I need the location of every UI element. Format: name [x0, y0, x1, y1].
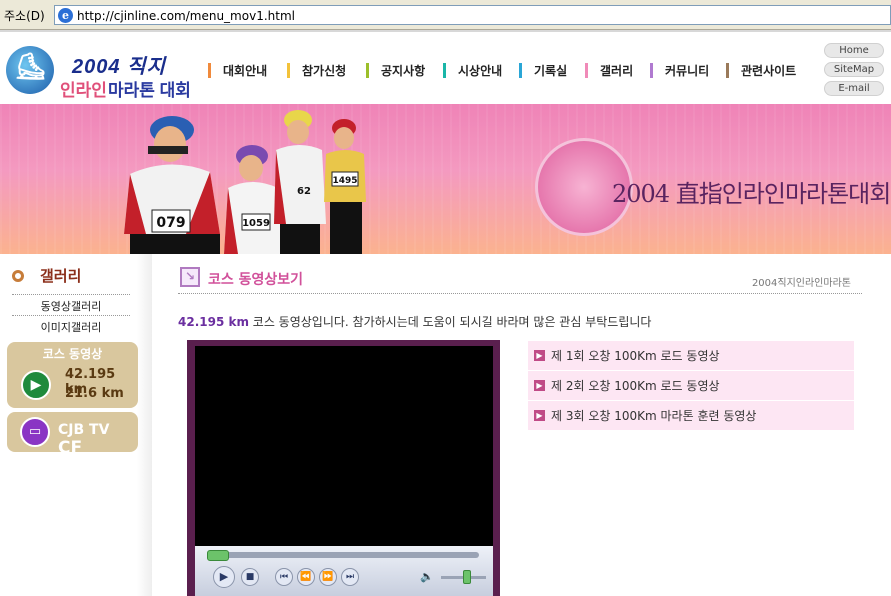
seek-bar[interactable]: [207, 552, 479, 558]
play-button[interactable]: ▶: [213, 566, 235, 588]
sidebar-item-video-gallery[interactable]: 동영상갤러리: [12, 298, 130, 314]
url-input[interactable]: e http://cjinline.com/menu_mov1.html: [54, 5, 891, 25]
intro-body: 코스 동영상입니다. 참가하시는데 도움이 되시길 바라며 많은 관심 부탁드립…: [248, 315, 652, 329]
nav-label[interactable]: 커뮤니티: [665, 62, 709, 79]
video-camera-icon: ▶: [21, 370, 51, 400]
nav-label[interactable]: 대회안내: [223, 62, 267, 79]
skater-icon: ⛸: [14, 52, 48, 82]
bib-number-lead: 079: [156, 215, 185, 231]
site-header: ⛸ 2004 직지 인라인 마라톤 대회 대회안내 참가신청 공지사항 시상안내…: [0, 30, 891, 104]
list-item[interactable]: ▶ 제 1회 오창 100Km 로드 동영상: [528, 341, 854, 371]
page-title: 코스 동영상보기: [208, 272, 304, 288]
nav-community[interactable]: 커뮤니티: [650, 62, 709, 78]
skaters-photo: 079 1059 62 1495: [124, 110, 366, 254]
nav-related-sites[interactable]: 관련사이트: [726, 62, 796, 78]
sidebar-title: 갤러리: [40, 267, 82, 285]
arrow-box-icon: ↘: [180, 267, 200, 287]
skater-second: 1059: [224, 145, 282, 254]
stop-button[interactable]: ■: [241, 568, 259, 586]
title-divider: [178, 293, 862, 294]
video-title[interactable]: 제 1회 오창 100Km 로드 동영상: [551, 347, 720, 364]
sidebar: 갤러리 동영상갤러리 이미지갤러리 코스 동영상 ▶ 42.195 km 21.…: [0, 254, 152, 596]
nav-label[interactable]: 관련사이트: [741, 62, 796, 79]
skater-fourth: 1495: [324, 119, 366, 254]
sidebar-item-image-gallery[interactable]: 이미지갤러리: [12, 319, 130, 335]
list-item[interactable]: ▶ 제 2회 오창 100Km 로드 동영상: [528, 371, 854, 401]
nav-bar-marker: [726, 62, 729, 78]
nav-records[interactable]: 기록실: [519, 62, 567, 78]
course-video-title: 코스 동영상: [42, 347, 103, 361]
hero-banner: 079 1059 62 1495 2004 直指인라인마라톤대회: [0, 104, 891, 254]
nav-bar-marker: [650, 62, 653, 78]
video-list: ▶ 제 1회 오창 100Km 로드 동영상 ▶ 제 2회 오창 100Km 로…: [528, 341, 854, 431]
nav-notices[interactable]: 공지사항: [366, 62, 425, 78]
sidebar-header: 갤러리: [12, 265, 81, 286]
nav-label[interactable]: 참가신청: [302, 62, 346, 79]
nav-bar-marker: [443, 62, 446, 78]
previous-button[interactable]: ⏮: [275, 568, 293, 586]
nav-bar-marker: [585, 62, 588, 78]
video-title[interactable]: 제 2회 오창 100Km 로드 동영상: [551, 377, 720, 394]
intro-text: 42.195 km 코스 동영상입니다. 참가하시는데 도움이 되시길 바라며 …: [178, 313, 651, 330]
nav-label[interactable]: 갤러리: [600, 62, 633, 79]
address-label: 주소(D): [4, 9, 45, 23]
sidebar-divider: [12, 294, 130, 295]
list-item[interactable]: ▶ 제 3회 오창 100Km 마라톤 훈련 동영상: [528, 401, 854, 431]
video-player: ▶ ■ ⏮ ⏪ ⏩ ⏭ 🔈: [187, 340, 500, 596]
nav-awards[interactable]: 시상안내: [443, 62, 502, 78]
skater-lead: 079: [124, 116, 220, 254]
intro-distance: 42.195 km: [178, 315, 249, 329]
volume-thumb[interactable]: [463, 570, 472, 584]
nav-label[interactable]: 시상안내: [458, 62, 502, 79]
sitemap-button[interactable]: SiteMap: [824, 62, 884, 77]
address-bar: 주소(D) e http://cjinline.com/menu_mov1.ht…: [0, 0, 891, 30]
video-screen[interactable]: [195, 346, 493, 546]
banner-title: 2004 直指인라인마라톤대회: [612, 180, 891, 208]
cjb-tv-cf-button[interactable]: ▭ CJB TV CF: [7, 412, 138, 458]
nav-label[interactable]: 공지사항: [381, 62, 425, 79]
bib-number-fourth: 1495: [332, 176, 357, 186]
arrow-bullet-icon: ▶: [534, 350, 545, 361]
nav-bar-marker: [366, 62, 369, 78]
breadcrumb: 2004직지인라인마라톤: [751, 278, 851, 289]
cf-text: CF: [58, 438, 83, 458]
skater-third: 62: [274, 110, 326, 254]
video-title[interactable]: 제 3회 오창 100Km 마라톤 훈련 동영상: [551, 407, 756, 424]
logo-year[interactable]: 2004 직지: [72, 50, 166, 79]
seek-thumb[interactable]: [207, 550, 229, 561]
url-text[interactable]: http://cjinline.com/menu_mov1.html: [77, 9, 295, 23]
nav-bar-marker: [519, 62, 522, 78]
nav-bar-marker: [208, 62, 211, 78]
nav-label[interactable]: 기록실: [534, 62, 567, 79]
rewind-button[interactable]: ⏪: [297, 568, 315, 586]
next-button[interactable]: ⏭: [341, 568, 359, 586]
nav-bar-marker: [287, 62, 290, 78]
logo-subtitle-inline[interactable]: 인라인: [60, 76, 107, 101]
cjb-tv-label: CJB TV CF: [58, 422, 138, 458]
course-distance-half[interactable]: 21.6 km: [65, 386, 124, 401]
circle-bullet-icon: [12, 269, 24, 282]
logo-subtitle-marathon[interactable]: 마라톤 대회: [108, 76, 191, 101]
player-controls: ▶ ■ ⏮ ⏪ ⏩ ⏭ 🔈: [195, 546, 493, 596]
tv-icon: ▭: [20, 417, 50, 447]
home-button[interactable]: Home: [824, 43, 884, 58]
email-button[interactable]: E-mail: [824, 81, 884, 96]
bib-number-third: 62: [297, 186, 311, 197]
arrow-bullet-icon: ▶: [534, 410, 545, 421]
nav-registration[interactable]: 참가신청: [287, 62, 346, 78]
cjb-tv-text: CJB TV: [58, 422, 110, 438]
fast-forward-button[interactable]: ⏩: [319, 568, 337, 586]
course-video-box[interactable]: 코스 동영상 ▶ 42.195 km 21.6 km: [7, 342, 138, 408]
nav-tournament-info[interactable]: 대회안내: [208, 62, 267, 78]
speaker-icon[interactable]: 🔈: [420, 570, 434, 583]
nav-gallery[interactable]: 갤러리: [585, 62, 633, 78]
sidebar-divider: [12, 315, 130, 316]
bib-number-second: 1059: [242, 218, 270, 229]
ie-page-icon: e: [58, 8, 73, 23]
arrow-bullet-icon: ▶: [534, 380, 545, 391]
